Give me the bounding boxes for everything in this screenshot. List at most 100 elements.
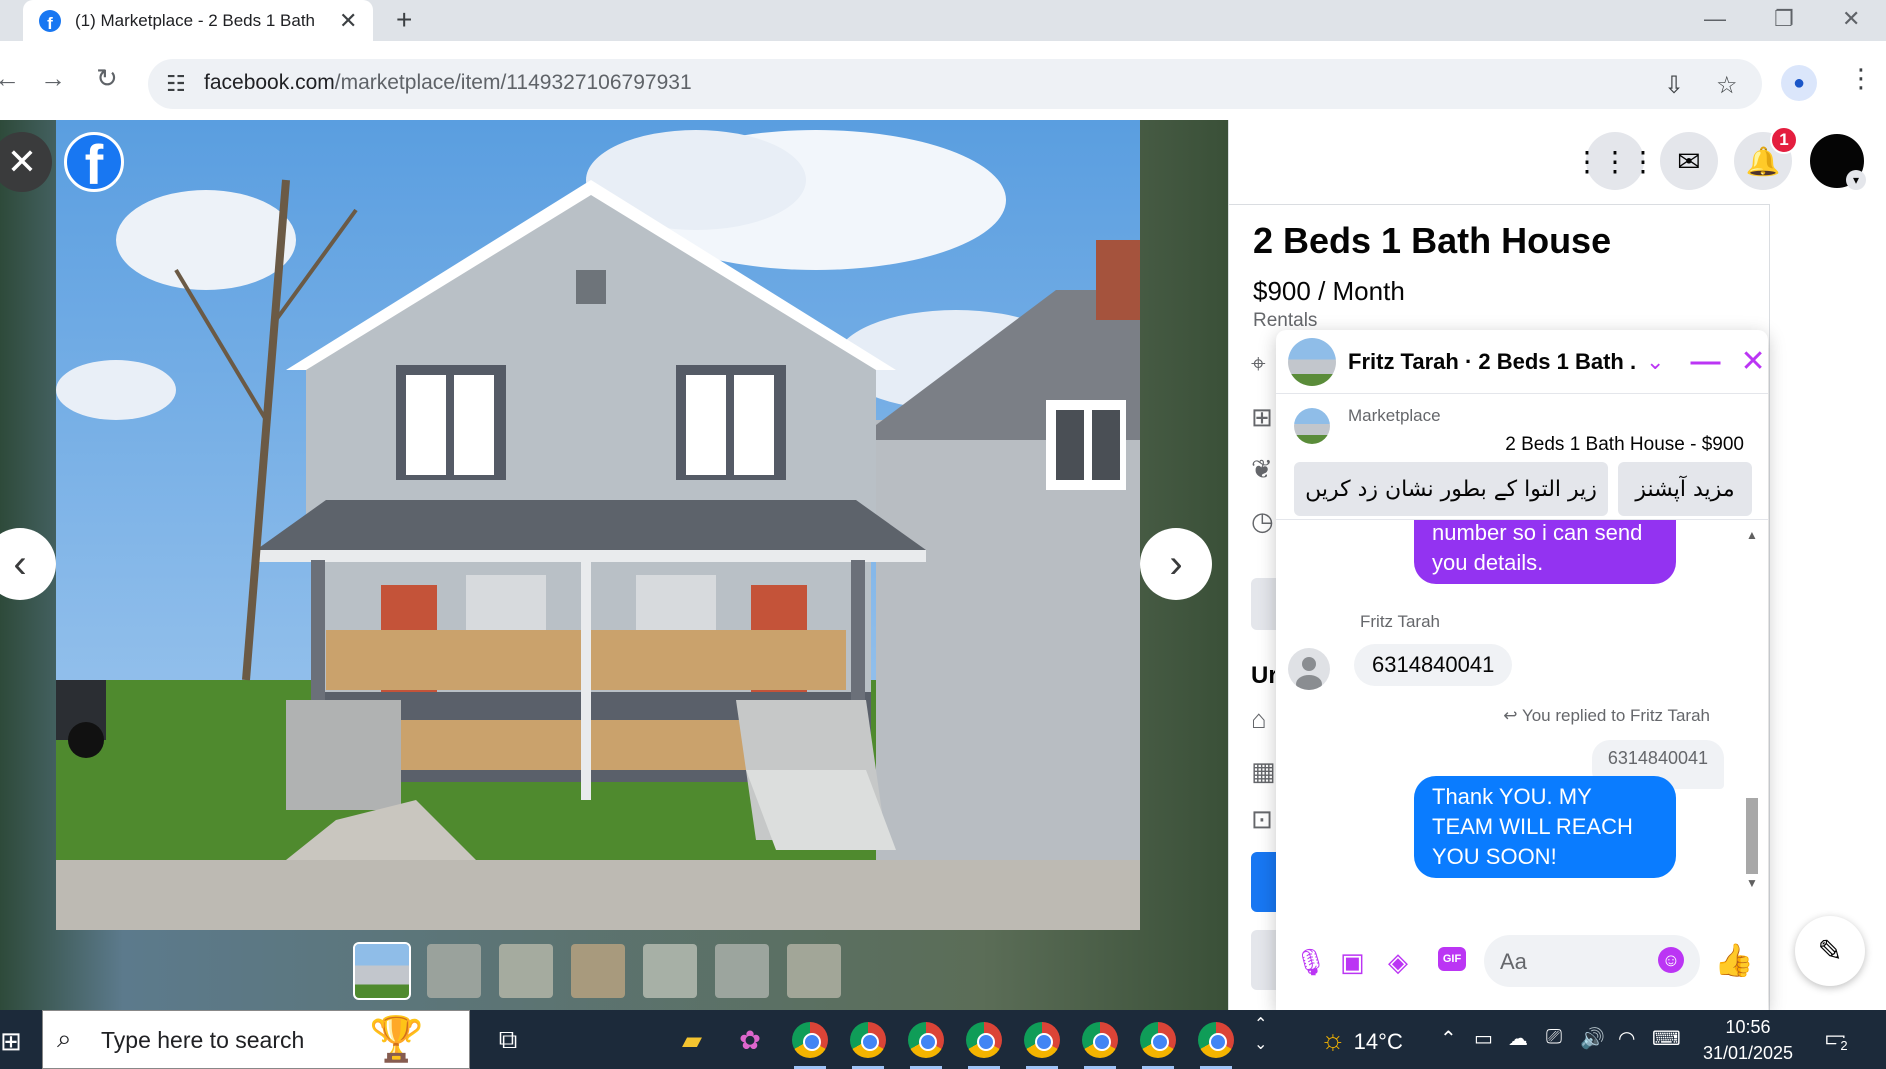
messenger-icon[interactable]: ✉	[1660, 132, 1718, 190]
listing-category[interactable]: Rentals	[1253, 310, 1317, 332]
photo-thumbnail[interactable]	[787, 944, 841, 998]
marketplace-label: Marketplace	[1348, 406, 1441, 425]
chat-window: Fritz Tarah · 2 Beds 1 Bath ... ⌄ — ✕ Ma…	[1276, 330, 1768, 1010]
header-divider	[1229, 204, 1769, 205]
battery-icon[interactable]: ▭	[1474, 1026, 1493, 1051]
message-input[interactable]: Aa ☺	[1484, 935, 1700, 987]
chat-scrollbar[interactable]: ▲ ▼	[1744, 528, 1760, 890]
chevron-down-icon[interactable]: ⌄	[1646, 349, 1664, 375]
back-icon[interactable]: ←	[0, 63, 20, 94]
forward-icon[interactable]: →	[40, 63, 66, 94]
bookmark-star-icon[interactable]: ☆	[1716, 71, 1738, 100]
facebook-logo-icon[interactable]: f	[64, 132, 124, 192]
show-hidden-icons[interactable]: ⌃	[1440, 1026, 1457, 1051]
restore-window-icon[interactable]: ❐	[1774, 6, 1794, 32]
action-center-icon[interactable]: ▭ 2	[1824, 1024, 1852, 1053]
photo-thumbnail-strip	[353, 942, 841, 1000]
onedrive-cloud-icon[interactable]: ☁	[1508, 1026, 1528, 1051]
marketplace-item-card: Marketplace 2 Beds 1 Bath House - $900 ز…	[1276, 394, 1768, 520]
new-tab-icon[interactable]: +	[396, 4, 412, 36]
scroll-down-icon[interactable]: ▼	[1746, 876, 1758, 890]
photo-thumbnail[interactable]	[715, 944, 769, 998]
chrome-icon[interactable]	[1082, 1022, 1118, 1069]
listing-photo	[56, 120, 1140, 930]
floorplan-icon: ⊞	[1251, 402, 1273, 432]
photo-thumbnail[interactable]	[353, 942, 411, 1000]
install-app-icon[interactable]: ⇩	[1664, 71, 1684, 100]
chrome-icon[interactable]	[1198, 1022, 1234, 1069]
menu-grid-icon[interactable]: ⋮⋮⋮	[1573, 132, 1657, 190]
wifi-icon[interactable]: ◠	[1618, 1026, 1635, 1051]
windows-start-icon[interactable]: ⊞	[0, 1026, 22, 1057]
mark-pending-button[interactable]: زیر التوا کے بطور نشان زد کریں	[1294, 462, 1608, 516]
chrome-icon[interactable]	[850, 1022, 886, 1069]
paint-app-icon[interactable]: ✿	[730, 1020, 770, 1060]
keyboard-icon[interactable]: ⌨	[1652, 1026, 1681, 1051]
minimize-chat-icon[interactable]: —	[1690, 345, 1720, 379]
browser-menu-icon[interactable]: ⋮	[1848, 63, 1874, 94]
chrome-icon[interactable]	[966, 1022, 1002, 1069]
scroll-up-icon[interactable]: ▲	[1746, 528, 1758, 542]
chrome-icon[interactable]	[792, 1022, 828, 1069]
task-view-icon[interactable]: ⧉	[488, 1020, 528, 1060]
reload-icon[interactable]: ↻	[96, 63, 118, 94]
scrollbar-thumb[interactable]	[1746, 798, 1758, 874]
sticker-icon[interactable]: ◈	[1388, 947, 1408, 978]
clock-time: 10:56	[1725, 1017, 1771, 1037]
clock-icon: ◷	[1251, 506, 1274, 536]
address-bar[interactable]: ☷ facebook.com/marketplace/item/11493271…	[148, 59, 1762, 109]
site-info-icon[interactable]: ☷	[166, 71, 186, 97]
photo-thumbnail[interactable]	[643, 944, 697, 998]
browser-tab[interactable]: f (1) Marketplace - 2 Beds 1 Bath ✕	[23, 0, 373, 41]
photo-viewer: ✕ f ‹ ›	[0, 120, 1228, 1010]
chevron-down-icon: ▾	[1846, 170, 1866, 190]
chat-avatar	[1288, 337, 1336, 386]
url-text[interactable]: facebook.com/marketplace/item/1149327106…	[204, 71, 692, 95]
action-center-count: 2	[1836, 1038, 1852, 1053]
next-photo-icon[interactable]: ›	[1140, 528, 1212, 600]
item-thumbnail	[1294, 408, 1330, 444]
profile-avatar-icon[interactable]: ●	[1781, 65, 1817, 101]
photo-thumbnail[interactable]	[571, 944, 625, 998]
chat-title[interactable]: Fritz Tarah · 2 Beds 1 Bath ...	[1348, 349, 1636, 375]
chat-header[interactable]: Fritz Tarah · 2 Beds 1 Bath ... ⌄ — ✕	[1276, 330, 1768, 394]
browser-tab-strip: f (1) Marketplace - 2 Beds 1 Bath ✕ + — …	[0, 0, 1886, 41]
browser-toolbar: ← → ↻ ☷ facebook.com/marketplace/item/11…	[0, 41, 1886, 120]
taskbar-search[interactable]: ⌕ Type here to search 🏆	[42, 1010, 470, 1069]
photo-thumbnail[interactable]	[499, 944, 553, 998]
more-options-button[interactable]: مزید آپشنز	[1618, 462, 1752, 516]
clock-date: 31/01/2025	[1702, 1043, 1794, 1063]
sender-avatar[interactable]	[1288, 648, 1330, 690]
tab-close-icon[interactable]: ✕	[339, 8, 357, 34]
close-chat-icon[interactable]: ✕	[1740, 344, 1765, 379]
weather-widget[interactable]: ☼ 14°C	[1320, 1024, 1403, 1056]
emoji-icon[interactable]: ☺	[1658, 947, 1684, 973]
home-icon: ⌂	[1251, 704, 1267, 734]
meet-now-icon[interactable]: ⎚	[1546, 1026, 1562, 1049]
gif-icon[interactable]: GIF	[1438, 947, 1466, 971]
chrome-icon[interactable]	[1140, 1022, 1176, 1069]
chrome-icon[interactable]	[908, 1022, 944, 1069]
taskbar-clock[interactable]: 10:56 31/01/2025	[1700, 1014, 1796, 1066]
notifications-bell-icon[interactable]: 🔔 1	[1734, 126, 1798, 190]
taskbar-overflow-icon[interactable]: ⌃ ⌄	[1254, 1014, 1267, 1054]
item-summary[interactable]: 2 Beds 1 Bath House - $900	[1505, 434, 1744, 456]
thumbs-up-icon[interactable]: 👍	[1714, 941, 1754, 979]
facebook-header-actions: ⋮⋮⋮ ✉ 🔔 1 ▾	[1573, 126, 1866, 190]
message-input-placeholder: Aa	[1500, 949, 1527, 974]
photo-thumbnail[interactable]	[427, 944, 481, 998]
message-composer: 🎙 ▣ ◈ GIF Aa ☺ 👍	[1276, 925, 1768, 995]
close-window-icon[interactable]: ✕	[1842, 6, 1860, 32]
minimize-window-icon[interactable]: —	[1704, 6, 1726, 32]
file-explorer-icon[interactable]: ▰	[672, 1020, 712, 1060]
close-viewer-icon[interactable]: ✕	[0, 132, 52, 192]
chrome-icon[interactable]	[1024, 1022, 1060, 1069]
new-message-icon[interactable]: ✎	[1795, 916, 1865, 986]
account-avatar[interactable]: ▾	[1808, 132, 1866, 190]
photo-attach-icon[interactable]: ▣	[1340, 947, 1365, 978]
tab-title: (1) Marketplace - 2 Beds 1 Bath	[75, 10, 316, 30]
volume-icon[interactable]: 🔊	[1580, 1026, 1605, 1051]
previous-photo-icon[interactable]: ‹	[0, 528, 56, 600]
panel-divider	[1769, 204, 1770, 1010]
microphone-icon[interactable]: 🎙	[1294, 947, 1327, 978]
